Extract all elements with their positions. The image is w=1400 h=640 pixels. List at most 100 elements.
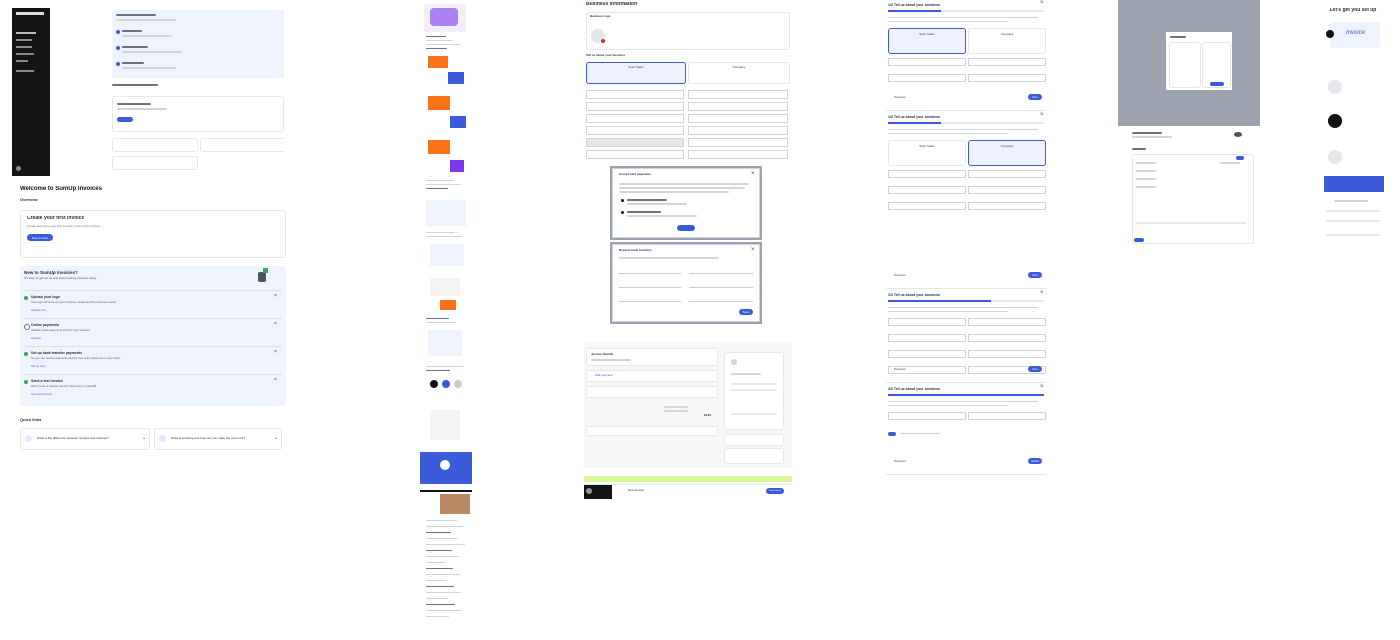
detail-action-button[interactable] [1134,238,1144,242]
bank-field-6[interactable] [689,295,753,302]
send-invoice-button[interactable]: Send invoice [766,488,784,494]
customer-card[interactable]: Jessica Shields [586,348,718,366]
wizard-field[interactable] [888,170,966,178]
sidebar-item-quotes[interactable] [16,39,32,41]
faq-card-small-2[interactable] [200,138,284,152]
wizard-field[interactable] [968,58,1046,66]
onboarding-item-action[interactable]: Upload now [31,309,46,312]
line-item-row[interactable] [586,386,718,398]
wizard-field[interactable] [968,334,1046,342]
wizard-field[interactable] [968,202,1046,210]
faq-card-small-3[interactable] [112,156,198,170]
close-icon[interactable]: × [1040,0,1044,6]
bank-field-5[interactable] [619,295,681,302]
previous-button[interactable]: Previous [894,460,906,463]
business-field[interactable] [586,138,684,147]
business-type-sole-trader[interactable]: Sole Trader [586,62,686,84]
close-icon[interactable]: × [274,377,277,383]
business-field[interactable] [586,90,684,99]
faq-card-2[interactable]: What is invoicing and how can you make t… [154,428,282,450]
wizard-field[interactable] [888,74,966,82]
business-field[interactable] [688,138,788,147]
next-button[interactable]: Next [1028,366,1042,372]
add-payment-row[interactable]: Add payment [586,370,718,382]
wizard-field[interactable] [888,318,966,326]
previous-button[interactable]: Previous [894,368,906,371]
wizard-field[interactable] [968,186,1046,194]
avatar[interactable] [16,166,21,171]
type-company[interactable]: Company [968,28,1046,54]
next-button[interactable]: Next [1028,272,1042,278]
marketing-page-thumb [420,0,472,630]
close-icon[interactable]: × [751,247,755,253]
create-title: Create your first invoice [27,216,85,221]
wizard-field[interactable] [968,74,1046,82]
business-field[interactable] [586,150,684,159]
onboarding-illustration [256,268,270,284]
sidebar-item-settings[interactable] [16,70,34,72]
delete-icon[interactable] [601,39,605,43]
wizard-field[interactable] [888,202,966,210]
sidebar-item-stats[interactable] [16,60,28,62]
previous-button[interactable]: Previous [894,274,906,277]
sidebar-item-products[interactable] [16,53,34,55]
bank-save-button[interactable]: Save [739,309,753,315]
previous-button[interactable]: Previous [894,96,906,99]
option-row-2[interactable] [724,448,784,464]
bank-field-1[interactable] [619,267,681,274]
create-invoice-card-small [112,96,284,132]
new-invoice-button-small[interactable] [117,117,133,122]
submit-button[interactable]: Submit [1028,458,1042,464]
wizard-field[interactable] [968,318,1046,326]
bank-field-3[interactable] [619,281,681,288]
wizard-field[interactable] [888,334,966,342]
business-field[interactable] [688,150,788,159]
text-line [426,48,447,49]
sidebar-item-clients[interactable] [16,46,32,48]
faq-question-2: What is invoicing and how can you make t… [171,437,245,440]
new-invoice-button[interactable]: New invoice [27,234,53,241]
type-company[interactable]: Company [968,140,1046,166]
type-sole-trader[interactable]: Sole Trader [888,140,966,166]
business-type-company[interactable]: Company [688,62,790,84]
option-row-1[interactable] [724,434,784,446]
business-field[interactable] [586,114,684,123]
wizard-field[interactable] [968,170,1046,178]
close-icon[interactable]: × [1040,290,1044,296]
business-field[interactable] [688,90,788,99]
type-sole-trader[interactable]: Sole Trader [888,28,966,54]
close-icon[interactable]: × [274,349,277,355]
add-item-row[interactable] [586,426,718,436]
wizard-field[interactable] [888,58,966,66]
payments-modal-button[interactable] [677,225,695,231]
text-line [426,586,454,587]
business-field[interactable] [688,102,788,111]
business-field[interactable] [586,126,684,135]
business-field[interactable] [586,102,684,111]
overlay-confirm-button[interactable] [1210,82,1224,86]
business-field[interactable] [688,126,788,135]
onboarding-item-action[interactable]: Activate [31,337,41,340]
close-icon[interactable]: × [274,321,277,327]
progress-bar [888,300,1044,302]
close-icon[interactable]: × [1040,384,1044,390]
bank-field-2[interactable] [689,267,753,274]
sidebar-item-invoices[interactable] [16,32,36,34]
wizard-field[interactable] [968,350,1046,358]
close-icon[interactable]: × [274,293,277,299]
close-icon[interactable]: × [751,171,755,177]
business-field[interactable] [688,114,788,123]
faq-card-1[interactable]: What is the difference between receipts … [20,428,150,450]
wizard-field[interactable] [888,186,966,194]
wizard-field[interactable] [968,412,1046,420]
onboarding-item-action[interactable]: Set up now [31,365,45,368]
wizard-field[interactable] [888,412,966,420]
bank-field-4[interactable] [689,281,753,288]
faq-card-small-1[interactable] [112,138,198,152]
next-button[interactable]: Next [1028,94,1042,100]
onboarding-item-action[interactable]: Send test invoice [31,393,52,396]
close-icon[interactable]: × [1040,112,1044,118]
wizard-field[interactable] [888,350,966,358]
toggle-switch[interactable] [888,432,896,436]
signup-blue-panel [1324,176,1384,192]
